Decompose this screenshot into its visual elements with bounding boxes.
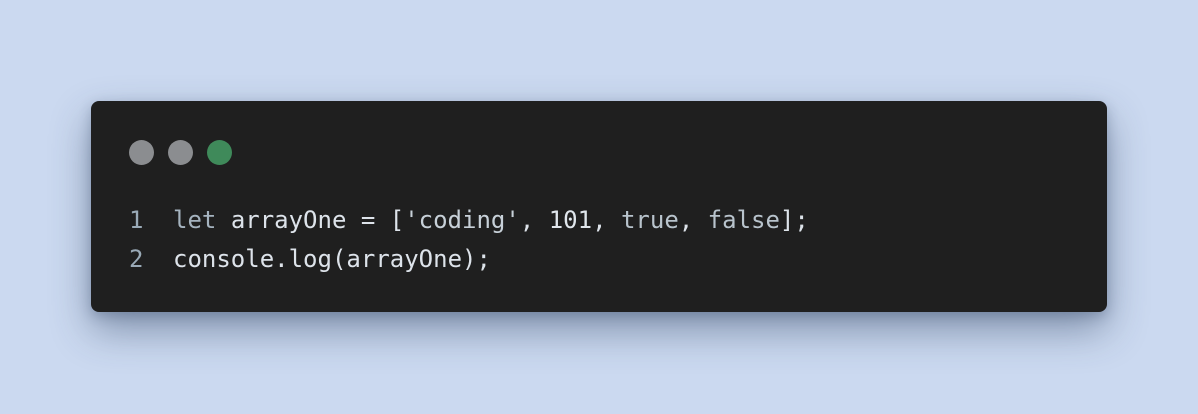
code-token-identifier: console xyxy=(173,245,275,273)
code-line: 1 let arrayOne = ['coding', 101, true, fa… xyxy=(129,201,809,240)
code-token-string: 'coding' xyxy=(404,206,520,234)
minimize-dot-icon[interactable] xyxy=(168,140,193,165)
code-token-boolean: true xyxy=(620,206,679,234)
maximize-dot-icon[interactable] xyxy=(207,140,232,165)
code-token-punctuation: ); xyxy=(462,245,491,273)
code-token-boolean: false xyxy=(707,206,780,234)
code-token-punctuation: ]; xyxy=(779,206,809,234)
code-token-punctuation: , xyxy=(519,206,549,234)
line-number: 1 xyxy=(129,206,144,234)
close-dot-icon[interactable] xyxy=(129,140,154,165)
code-line: 2 console.log(arrayOne); xyxy=(129,240,809,279)
code-window: 1 let arrayOne = ['coding', 101, true, fa… xyxy=(91,101,1107,312)
code-token-punctuation: , xyxy=(678,206,708,234)
line-content: console.log(arrayOne); xyxy=(173,240,491,279)
code-token-punctuation: . xyxy=(274,245,289,273)
code-token-punctuation xyxy=(216,206,230,234)
code-token-number: 101 xyxy=(548,206,593,234)
code-block: 1 let arrayOne = ['coding', 101, true, fa… xyxy=(129,201,809,279)
window-controls xyxy=(129,140,232,165)
code-token-identifier: log xyxy=(288,245,332,273)
code-token-punctuation: ( xyxy=(331,245,347,273)
code-token-identifier: arrayOne xyxy=(346,245,463,273)
line-number: 2 xyxy=(129,245,144,273)
code-token-keyword: let xyxy=(173,206,217,234)
line-content: let arrayOne = ['coding', 101, true, fal… xyxy=(173,201,809,240)
code-token-punctuation: = [ xyxy=(346,206,405,234)
code-token-punctuation: , xyxy=(592,206,621,234)
code-token-identifier: arrayOne xyxy=(230,206,347,234)
